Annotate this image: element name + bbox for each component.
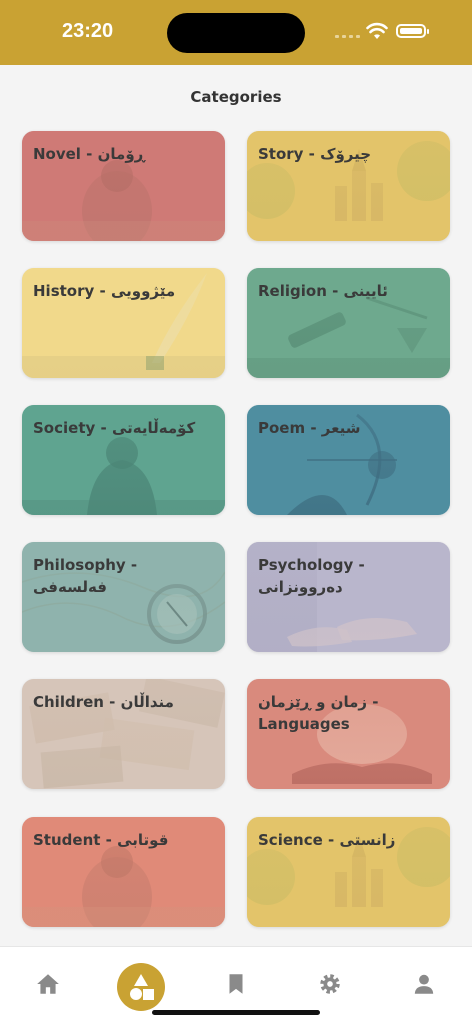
category-card-student[interactable]: Student - قوتابی (22, 817, 225, 927)
category-label: زمان و ڕێزمان - Languages (258, 693, 379, 733)
category-label: Philosophy - فەلسەفی (33, 556, 138, 596)
category-card-poem[interactable]: Poem - شیعر (247, 405, 450, 515)
category-label: Story - چیرۆک (258, 145, 372, 163)
battery-icon (396, 24, 429, 38)
category-label: History - مێژوویی (33, 282, 176, 300)
cellular-signal-icon (335, 35, 360, 38)
category-card-society[interactable]: Society - کۆمەڵایەتی (22, 405, 225, 515)
category-label: Science - زانستی (258, 831, 396, 849)
category-label: Psychology - دەروونزانی (258, 556, 365, 596)
page-title: Categories (190, 88, 282, 106)
profile-icon[interactable] (411, 971, 437, 997)
wifi-icon (366, 22, 388, 39)
category-card-religion[interactable]: Religion - ئایینی (247, 268, 450, 378)
home-indicator (152, 1010, 320, 1015)
category-card-science[interactable]: Science - زانستی (247, 817, 450, 927)
category-card-history[interactable]: History - مێژوویی (22, 268, 225, 378)
category-card-novel[interactable]: Novel - ڕۆمان (22, 131, 225, 241)
settings-icon[interactable] (317, 971, 343, 997)
category-label: Poem - شیعر (258, 419, 361, 437)
category-label: Novel - ڕۆمان (33, 145, 145, 163)
category-card-philosophy[interactable]: Philosophy - فەلسەفی (22, 542, 225, 652)
bookmark-icon[interactable] (223, 971, 249, 997)
status-time: 23:20 (62, 20, 114, 42)
dynamic-island (167, 13, 305, 53)
status-bar: 23:20 (0, 0, 472, 65)
categories-icon (130, 974, 154, 1000)
category-card-psychology[interactable]: Psychology - دەروونزانی (247, 542, 450, 652)
category-label: Children - منداڵان (33, 693, 174, 711)
category-label: Student - قوتابی (33, 831, 169, 849)
category-card-story[interactable]: Story - چیرۆک (247, 131, 450, 241)
category-label: Religion - ئایینی (258, 282, 388, 300)
category-card-children[interactable]: Children - منداڵان (22, 679, 225, 789)
nav-categories-button[interactable] (117, 963, 165, 1011)
category-label: Society - کۆمەڵایەتی (33, 419, 196, 437)
category-card-languages[interactable]: زمان و ڕێزمان - Languages (247, 679, 450, 789)
home-icon[interactable] (35, 971, 61, 997)
